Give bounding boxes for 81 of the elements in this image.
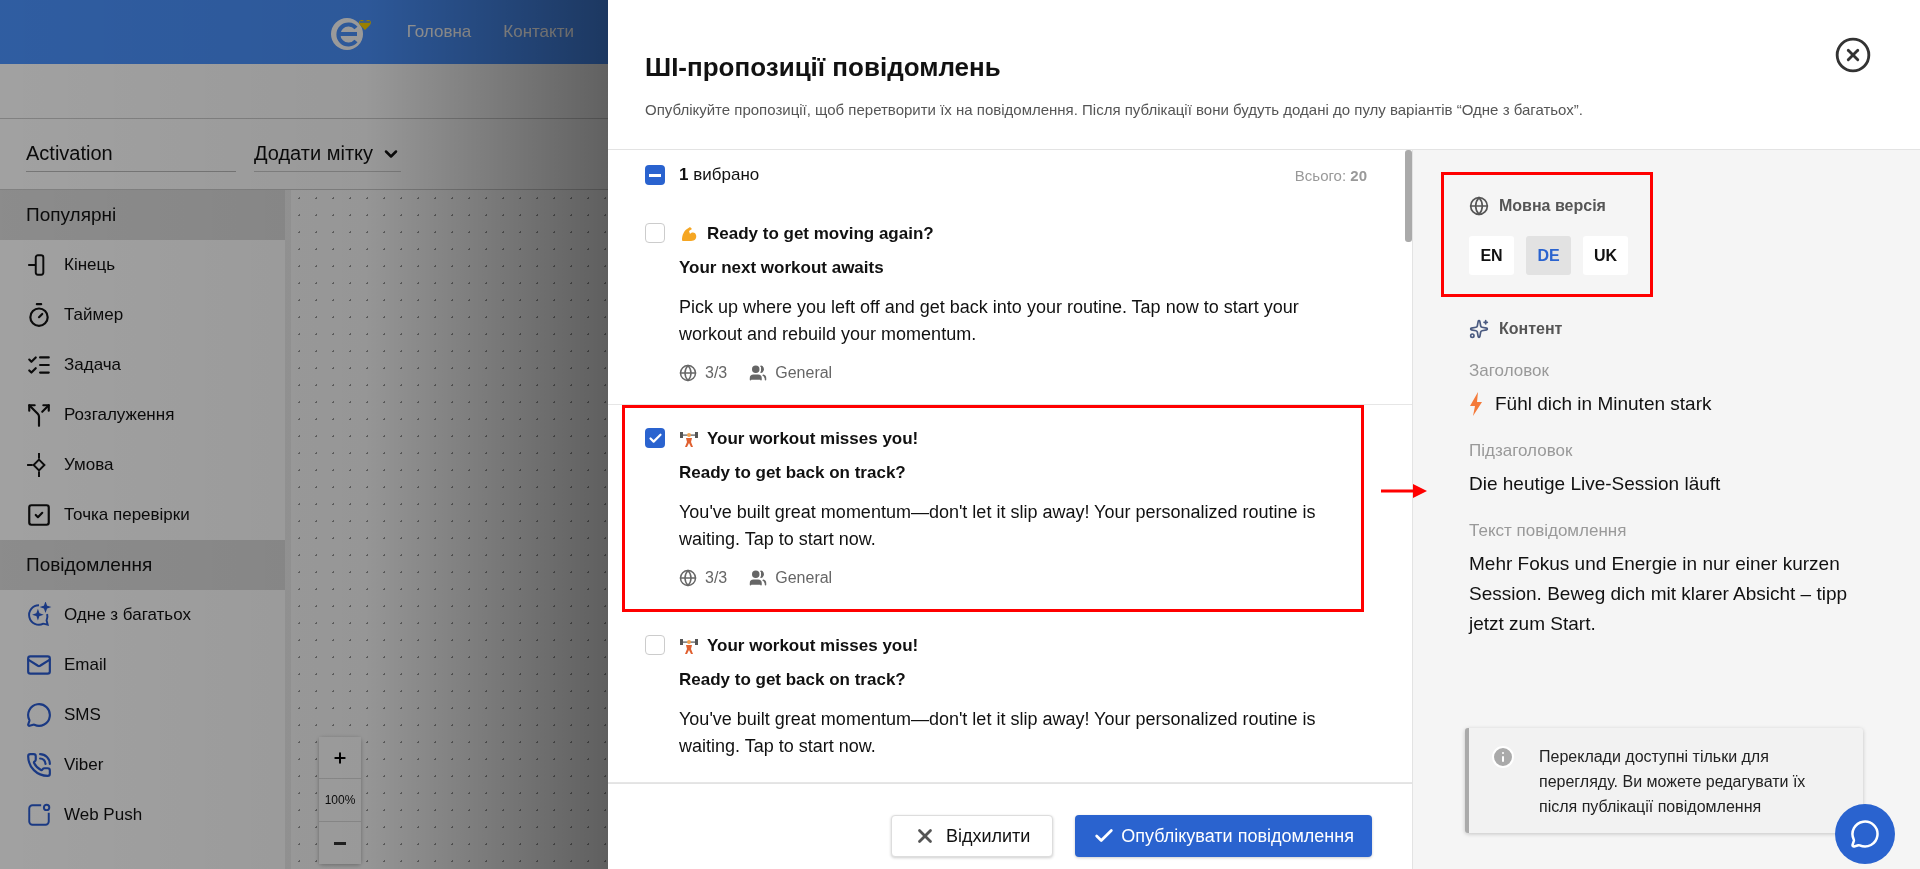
suggestion-subtitle: Your next workout awaits bbox=[679, 258, 885, 278]
timer-icon bbox=[26, 302, 52, 328]
zoom-out-button[interactable] bbox=[319, 822, 361, 864]
suggestion-title: Your workout misses you! bbox=[707, 636, 919, 656]
close-button[interactable] bbox=[1834, 36, 1872, 74]
phone-icon bbox=[26, 752, 52, 778]
scrollbar-thumb[interactable] bbox=[1405, 150, 1412, 242]
suggestion-title: Your workout misses you! bbox=[707, 429, 919, 449]
tag-dropdown[interactable]: Додати мітку bbox=[254, 136, 402, 172]
minus-icon bbox=[649, 173, 661, 177]
mail-icon bbox=[26, 652, 52, 678]
plus-icon bbox=[332, 749, 348, 766]
checkbox[interactable] bbox=[645, 635, 665, 655]
field-label: Текст повідомлення bbox=[1469, 521, 1628, 541]
sidebar-item[interactable]: Кінець bbox=[0, 240, 285, 290]
sidebar-item[interactable]: Умова bbox=[0, 440, 285, 490]
field-value: Die heutige Live-Session läuft bbox=[1469, 472, 1721, 496]
suggestion-card[interactable]: Your workout misses you! Ready to get back on track? You've built great momentum—don't let it slip away! Your personalized routine is waiting. Tap to start now. 3/3 General bbox=[622, 405, 1364, 612]
sidebar-item[interactable]: Email bbox=[0, 640, 285, 690]
field-value: Mehr Fokus und Energie in nur einer kurzen Session. Beweg dich mit klarer Absicht – tipp jetzt zum Start. bbox=[1469, 552, 1849, 636]
chat-button[interactable] bbox=[1835, 804, 1895, 864]
dialog-title: ШІ-пропозиції повідомлень bbox=[645, 52, 1001, 83]
total-count: Всього: 20 bbox=[1294, 166, 1367, 184]
suggestion-subtitle: Ready to get back on track? bbox=[679, 463, 907, 483]
info-icon bbox=[1491, 745, 1515, 769]
suggestion-title: Ready to get moving again? bbox=[707, 224, 934, 244]
suggestion-subtitle: Ready to get back on track? bbox=[679, 670, 907, 690]
branch-icon bbox=[26, 402, 52, 428]
sidebar-item[interactable]: Таймер bbox=[0, 290, 285, 340]
section-header: Популярні bbox=[0, 190, 285, 240]
field-label: Підзаголовок bbox=[1469, 441, 1574, 461]
close-icon bbox=[1834, 36, 1872, 74]
language-tab[interactable]: EN bbox=[1469, 236, 1514, 275]
checkbox[interactable] bbox=[645, 223, 665, 243]
section-title: Контент bbox=[1499, 320, 1563, 338]
zoom-in-button[interactable] bbox=[319, 737, 361, 779]
dialog-subtitle: Опублікуйте пропозиції, щоб перетворити їх на повідомлення. Після публікації вони будуть додані до пулу варіантів “Одне з багатьох”. bbox=[645, 101, 1584, 118]
sidebar-item[interactable]: Viber bbox=[0, 740, 285, 790]
segment-label: General bbox=[775, 364, 833, 382]
section-title: Мовна версія bbox=[1499, 197, 1606, 215]
globe-icon bbox=[1469, 196, 1489, 216]
globe-icon bbox=[679, 569, 697, 587]
weightlifter-icon bbox=[679, 429, 699, 449]
reject-button[interactable]: Відхилити bbox=[890, 815, 1054, 857]
chat-icon bbox=[26, 702, 52, 728]
sidebar-item[interactable]: Розгалуження bbox=[0, 390, 285, 440]
language-tab[interactable]: UK bbox=[1583, 236, 1628, 275]
checkbox[interactable] bbox=[645, 428, 665, 448]
users-icon bbox=[749, 364, 768, 382]
weightlifter-icon bbox=[679, 636, 699, 656]
minus-icon bbox=[334, 841, 346, 845]
sparkles-icon bbox=[1469, 319, 1489, 339]
sidebar-item[interactable]: Web Push bbox=[0, 790, 285, 840]
suggestion-text: You've built great momentum—don't let it slip away! Your personalized routine is waiting. Tap to start now. bbox=[679, 501, 1317, 551]
sidebar-item[interactable]: Точка перевірки bbox=[0, 490, 285, 540]
suggestion-text: You've built great momentum—don't let it slip away! Your personalized routine is waiting. Tap to start now. bbox=[679, 708, 1317, 758]
field-value: Fühl dich in Minuten stark bbox=[1495, 392, 1712, 416]
section-header: Повідомлення bbox=[0, 540, 285, 590]
publish-button[interactable]: Опублікувати повідомлення bbox=[1075, 815, 1372, 857]
globe-icon bbox=[679, 364, 697, 382]
suggestion-text: Pick up where you left off and get back into your routine. Tap now to start your workout and rebuild your momentum. bbox=[679, 296, 1300, 346]
square-dot-icon bbox=[26, 802, 52, 828]
selected-count: 1 вибрано bbox=[679, 165, 761, 185]
checkbox[interactable] bbox=[645, 165, 665, 185]
pointer-arrow bbox=[1381, 482, 1429, 500]
info-notice: Переклади доступні тільки для перегляду. Ви можете редагувати їх після публікації повідомлення bbox=[1465, 728, 1863, 833]
sidebar-item[interactable]: Задача bbox=[0, 340, 285, 390]
checkbox-icon bbox=[26, 502, 52, 528]
name-field[interactable]: Activation bbox=[26, 136, 236, 172]
language-count: 3/3 bbox=[705, 569, 728, 587]
sparkle-chat-icon bbox=[26, 602, 52, 628]
users-icon bbox=[749, 569, 768, 587]
sidebar-item[interactable]: SMS bbox=[0, 690, 285, 740]
language-tab[interactable]: DE bbox=[1526, 236, 1571, 275]
sidebar-item[interactable]: Одне з багатьох bbox=[0, 590, 285, 640]
segment-label: General bbox=[775, 569, 833, 587]
flexed-arm-icon bbox=[679, 224, 699, 244]
language-count: 3/3 bbox=[705, 364, 728, 382]
chat-icon bbox=[1850, 819, 1880, 849]
lightning-icon bbox=[1469, 392, 1483, 416]
field-label: Заголовок bbox=[1469, 361, 1550, 381]
